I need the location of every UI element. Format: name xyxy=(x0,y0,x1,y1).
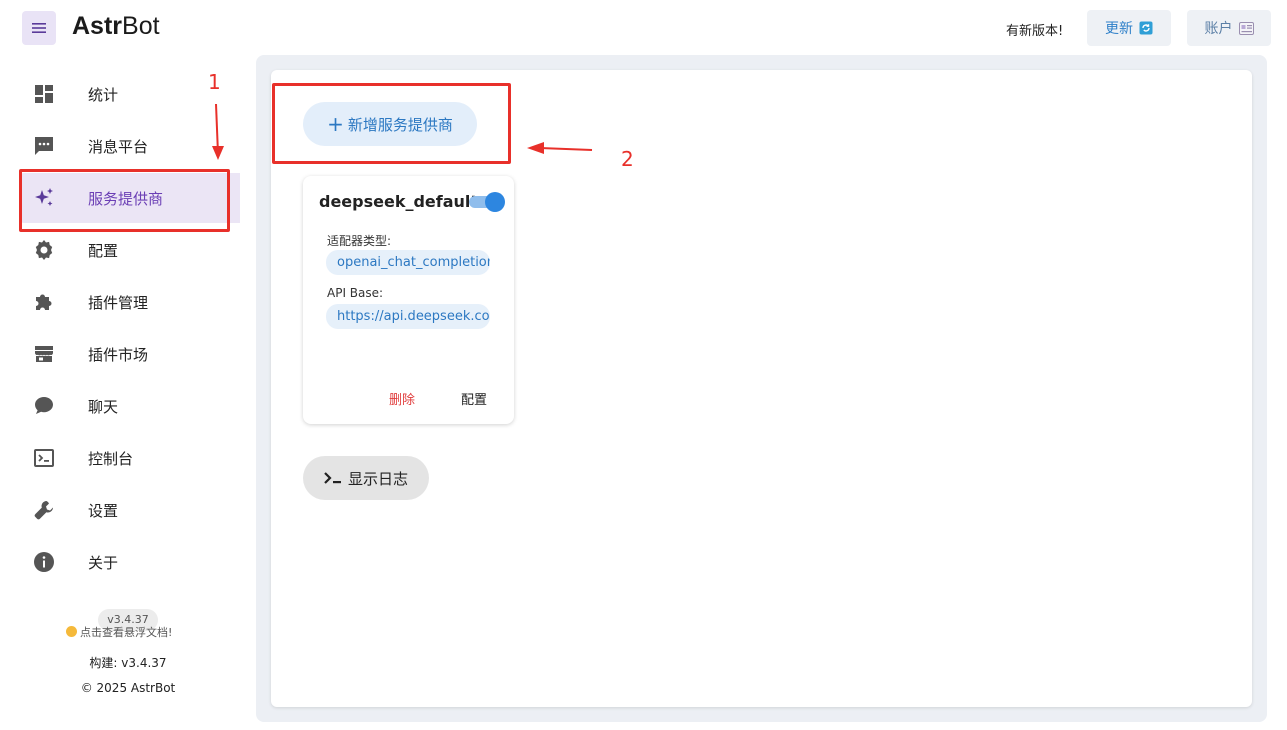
annotation-number-1: 1 xyxy=(208,70,221,94)
hamburger-icon xyxy=(32,23,46,33)
annotation-number-2: 2 xyxy=(621,147,634,171)
sidebar-item-about[interactable]: 关于 xyxy=(20,537,240,587)
menu-toggle-button[interactable] xyxy=(22,11,56,45)
sidebar-item-plugin-market[interactable]: 插件市场 xyxy=(20,329,240,379)
app-root: AstrBot 有新版本! 更新 账户 统计 消息平台 服务提供商 配置 插件管… xyxy=(0,0,1287,730)
sidebar-item-label: 插件市场 xyxy=(88,346,149,364)
wrench-icon xyxy=(34,501,53,520)
sidebar-item-plugin-management[interactable]: 插件管理 xyxy=(20,277,240,327)
sidebar-item-label: 设置 xyxy=(88,502,119,520)
emoji-icon xyxy=(66,626,77,637)
sidebar-item-label: 关于 xyxy=(88,554,119,572)
puzzle-icon xyxy=(36,294,52,310)
sidebar-item-label: 配置 xyxy=(88,242,119,260)
update-available-text: 有新版本! xyxy=(1006,24,1064,39)
sidebar-item-label: 统计 xyxy=(88,86,119,104)
sidebar-item-config[interactable]: 配置 xyxy=(20,225,240,275)
api-base-chip: https://api.deepseek.com xyxy=(326,304,490,329)
sidebar-item-stats[interactable]: 统计 xyxy=(20,69,240,119)
delete-provider-button[interactable]: 删除 xyxy=(389,389,415,408)
copyright: © 2025 AstrBot xyxy=(80,681,176,695)
sidebar-item-settings[interactable]: 设置 xyxy=(20,485,240,535)
annotation-box-sidebar xyxy=(19,169,230,232)
sidebar-item-label: 控制台 xyxy=(88,450,134,468)
terminal-icon xyxy=(34,449,54,467)
sidebar-item-label: 插件管理 xyxy=(88,294,149,312)
annotation-box-add-button xyxy=(272,83,511,164)
store-icon xyxy=(35,346,53,362)
sidebar-item-console[interactable]: 控制台 xyxy=(20,433,240,483)
info-icon xyxy=(34,552,54,572)
dashboard-icon xyxy=(35,85,53,103)
account-card-icon xyxy=(1238,21,1254,35)
provider-title: deepseek_default xyxy=(319,192,479,211)
build-info: 构建: v3.4.37 xyxy=(89,656,167,670)
provider-card: deepseek_default 适配器类型: openai_chat_comp… xyxy=(303,176,514,424)
show-log-button[interactable]: 显示日志 xyxy=(303,456,429,500)
adapter-type-label: 适配器类型: xyxy=(327,234,392,248)
console-prompt-icon xyxy=(324,472,341,484)
configure-provider-button[interactable]: 配置 xyxy=(461,389,487,408)
sidebar-item-chat[interactable]: 聊天 xyxy=(20,381,240,431)
adapter-type-chip: openai_chat_completion xyxy=(326,250,490,275)
update-button-label: 更新 xyxy=(1105,21,1133,37)
refresh-icon xyxy=(1139,21,1153,35)
toggle-knob[interactable] xyxy=(485,192,505,212)
chat-bubble-icon xyxy=(35,397,53,414)
update-button[interactable]: 更新 xyxy=(1087,10,1171,46)
account-button[interactable]: 账户 xyxy=(1187,10,1271,46)
message-icon xyxy=(35,137,53,155)
account-button-label: 账户 xyxy=(1204,21,1233,37)
show-log-label: 显示日志 xyxy=(347,469,408,488)
app-logo: AstrBot xyxy=(72,12,160,40)
gear-icon xyxy=(35,240,53,260)
api-base-label: API Base: xyxy=(327,286,384,300)
sidebar-item-label: 聊天 xyxy=(88,398,119,416)
sidebar-item-message-platform[interactable]: 消息平台 xyxy=(20,121,240,171)
floating-docs-link[interactable]: 点击查看悬浮文档! xyxy=(66,624,172,640)
floating-docs-label: 点击查看悬浮文档! xyxy=(80,626,173,639)
sidebar-item-label: 消息平台 xyxy=(88,138,149,156)
